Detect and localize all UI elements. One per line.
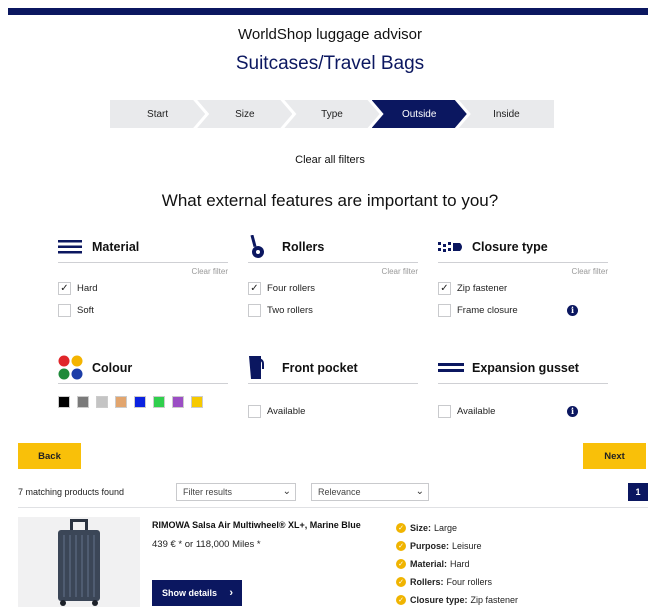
feature-item: ✓ Purpose: Leisure [396, 537, 518, 555]
swatch-light-grey[interactable] [96, 396, 108, 408]
swatch-green[interactable] [153, 396, 165, 408]
option-front-pocket-available[interactable]: Available [248, 400, 418, 422]
swatch-grey[interactable] [77, 396, 89, 408]
chevron-down-icon: ⌄ [282, 486, 291, 497]
filter-group-colour: Colour [58, 354, 228, 408]
filter-title-material: Material [92, 239, 140, 254]
info-icon[interactable]: i [567, 405, 578, 417]
show-details-button[interactable]: Show details › [152, 580, 242, 606]
results-divider [18, 507, 648, 508]
info-icon[interactable]: i [567, 304, 578, 316]
filter-group-front-pocket: Front pocket Available [248, 354, 418, 422]
product-image[interactable] [18, 517, 140, 607]
brand-title: WorldShop luggage advisor [237, 26, 422, 43]
clear-filter-closure[interactable]: Clear filter [438, 267, 608, 277]
chevron-down-icon: ⌄ [415, 486, 424, 497]
page-number[interactable]: 1 [628, 483, 648, 501]
checkbox-hard[interactable] [58, 281, 71, 295]
filter-results-select[interactable]: Filter results ⌄ [176, 483, 296, 501]
option-frame-closure[interactable]: Frame closure i [438, 299, 608, 321]
feature-item: ✓ Rollers: Four rollers [396, 573, 518, 591]
checkbox-four-rollers[interactable] [248, 281, 261, 295]
clear-filter-material[interactable]: Clear filter [58, 267, 228, 277]
option-soft[interactable]: Soft [58, 299, 228, 321]
checkbox-front-pocket[interactable] [248, 404, 261, 418]
swatch-blue[interactable] [134, 396, 146, 408]
option-zip-fastener[interactable]: Zip fastener [438, 277, 608, 299]
swatch-black[interactable] [58, 396, 70, 408]
feature-item: ✓ Closure type: Zip fastener [396, 591, 518, 609]
filter-title-closure: Closure type [472, 239, 548, 254]
step-type[interactable]: Type [284, 100, 379, 128]
colour-swatches [58, 396, 228, 408]
option-four-rollers[interactable]: Four rollers [248, 277, 418, 299]
step-start[interactable]: Start [110, 100, 205, 128]
filter-title-front-pocket: Front pocket [282, 360, 358, 375]
front-pocket-icon [248, 355, 276, 380]
checkbox-zip-fastener[interactable] [438, 281, 451, 295]
back-button[interactable]: Back [18, 443, 81, 469]
option-hard[interactable]: Hard [58, 277, 228, 299]
checkbox-frame-closure[interactable] [438, 303, 451, 317]
swatch-purple[interactable] [172, 396, 184, 408]
sort-select[interactable]: Relevance ⌄ [311, 483, 429, 501]
swatch-yellow[interactable] [191, 396, 203, 408]
check-icon: ✓ [396, 523, 406, 533]
expansion-gusset-icon [438, 356, 466, 380]
filter-group-expansion: Expansion gusset Available i [438, 354, 608, 422]
product-features: ✓ Size: Large ✓ Purpose: Leisure ✓ Material: H… [396, 519, 518, 609]
check-icon: ✓ [396, 577, 406, 587]
filter-title-colour: Colour [92, 360, 133, 375]
clear-filter-rollers[interactable]: Clear filter [248, 267, 418, 277]
check-icon: ✓ [396, 595, 406, 605]
colour-palette-icon [58, 355, 86, 380]
page-title: Suitcases/Travel Bags [235, 53, 425, 74]
checkbox-soft[interactable] [58, 303, 71, 317]
results-count: 7 matching products found [18, 487, 125, 497]
checkbox-expansion[interactable] [438, 404, 451, 418]
question-heading: What external features are important to … [161, 191, 499, 210]
clear-all-filters-link[interactable]: Clear all filters [0, 154, 660, 166]
feature-item: ✓ Size: Large [396, 519, 518, 537]
filter-group-rollers: Rollers Clear filter Four rollers Two ro… [248, 233, 418, 321]
top-accent-bar [8, 8, 648, 15]
check-icon: ✓ [396, 541, 406, 551]
option-two-rollers[interactable]: Two rollers [248, 299, 418, 321]
material-icon [58, 235, 86, 259]
filter-title-expansion: Expansion gusset [472, 360, 579, 375]
step-outside[interactable]: Outside [372, 100, 467, 128]
product-price: 439 € * or 118,000 Miles * [152, 539, 261, 550]
filter-title-rollers: Rollers [282, 239, 325, 254]
option-expansion-available[interactable]: Available i [438, 400, 608, 422]
next-button[interactable]: Next [583, 443, 646, 469]
checkbox-two-rollers[interactable] [248, 303, 261, 317]
zipper-icon [438, 235, 466, 259]
check-icon: ✓ [396, 559, 406, 569]
filter-group-closure: Closure type Clear filter Zip fastener F… [438, 233, 608, 321]
roller-icon [248, 234, 276, 259]
chevron-right-icon: › [229, 587, 233, 599]
product-name[interactable]: RIMOWA Salsa Air Multiwheel® XL+, Marine… [152, 520, 361, 530]
step-progress: Start Size Type Outside Inside [110, 100, 555, 128]
step-inside[interactable]: Inside [458, 100, 555, 128]
results-toolbar: 7 matching products found Filter results… [18, 483, 648, 503]
swatch-tan[interactable] [115, 396, 127, 408]
feature-item: ✓ Material: Hard [396, 555, 518, 573]
filter-group-material: Material Clear filter Hard Soft [58, 233, 228, 321]
step-size[interactable]: Size [197, 100, 292, 128]
